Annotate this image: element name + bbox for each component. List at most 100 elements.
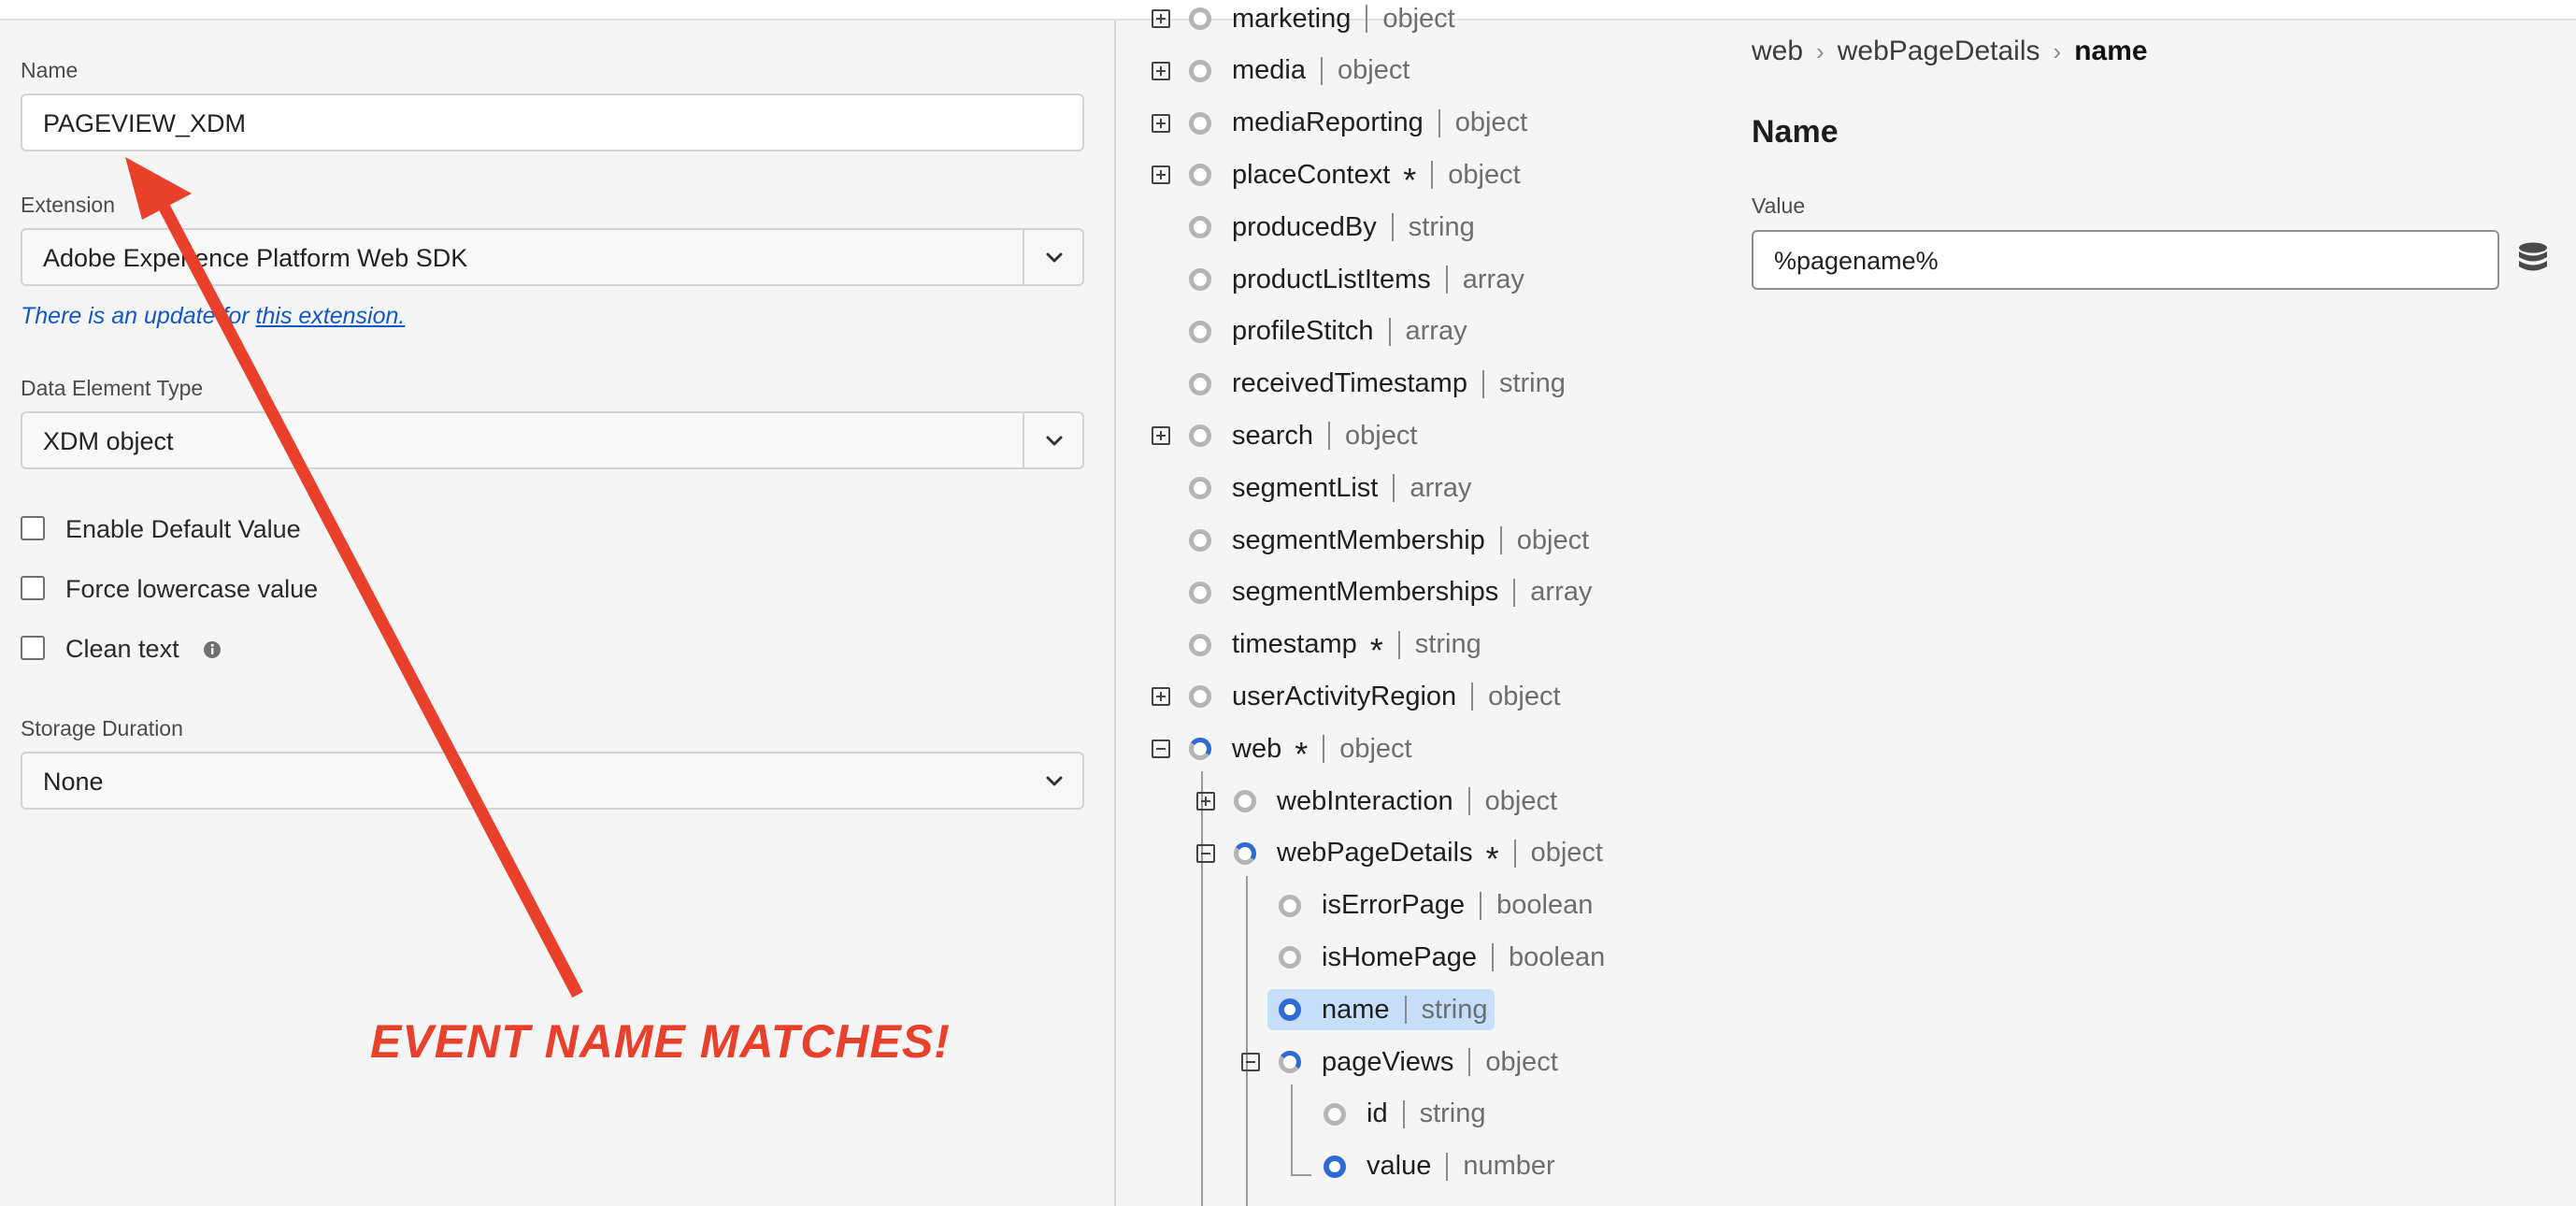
- field-type: object: [1484, 785, 1558, 816]
- tree-row-marketing[interactable]: marketing object: [1189, 0, 1455, 39]
- tree-row-segmentMemberships[interactable]: segmentMemberships array: [1189, 572, 1592, 613]
- expand-icon[interactable]: [1152, 165, 1170, 185]
- type-divider: [1446, 1152, 1449, 1181]
- field-type: object: [1382, 3, 1455, 34]
- collapse-icon[interactable]: [1241, 1053, 1260, 1071]
- selection-indicator-icon[interactable]: [1279, 894, 1301, 917]
- field-type: object: [1485, 1046, 1558, 1077]
- breadcrumb-item[interactable]: web: [1752, 36, 1803, 67]
- field-name: timestamp: [1232, 629, 1357, 660]
- tree-row-placeContext[interactable]: placeContext * object: [1189, 154, 1521, 197]
- field-type: string: [1419, 1098, 1486, 1129]
- field-name: value: [1367, 1151, 1432, 1182]
- type-divider: [1323, 735, 1325, 764]
- tree-row-timestamp[interactable]: timestamp * string: [1189, 625, 1481, 667]
- expand-icon[interactable]: [1152, 426, 1170, 446]
- tree-row-mediaReporting[interactable]: mediaReporting object: [1189, 103, 1527, 144]
- expand-icon[interactable]: [1152, 61, 1170, 80]
- selection-indicator-icon[interactable]: [1189, 268, 1211, 291]
- field-name: segmentMembership: [1232, 524, 1485, 555]
- selection-indicator-icon[interactable]: [1189, 581, 1211, 604]
- tree-row-receivedTimestamp[interactable]: receivedTimestamp string: [1189, 364, 1566, 405]
- required-icon: *: [1485, 839, 1499, 878]
- tree-row-name[interactable]: name string: [1267, 989, 1496, 1031]
- type-divider: [1481, 369, 1484, 398]
- tree-row-web[interactable]: web * object: [1189, 728, 1412, 771]
- field-name: profileStitch: [1232, 316, 1374, 347]
- field-name: placeContext: [1232, 159, 1391, 190]
- breadcrumb-item[interactable]: webPageDetails: [1838, 36, 2040, 67]
- tree-row-producedBy[interactable]: producedBy string: [1189, 207, 1475, 248]
- field-type: string: [1414, 629, 1481, 660]
- selection-indicator-icon[interactable]: [1189, 529, 1211, 552]
- data-element-picker-icon[interactable]: [2516, 241, 2550, 279]
- selection-indicator-icon[interactable]: [1189, 477, 1211, 500]
- selection-indicator-icon[interactable]: [1324, 1155, 1346, 1178]
- breadcrumb-current: name: [2074, 36, 2148, 66]
- collapse-icon[interactable]: [1196, 843, 1215, 863]
- field-name: isErrorPage: [1322, 890, 1466, 921]
- selection-indicator-icon[interactable]: [1189, 320, 1211, 343]
- type-divider: [1499, 526, 1502, 554]
- field-name: receivedTimestamp: [1232, 368, 1467, 399]
- value-input[interactable]: %pagename%: [1752, 230, 2499, 290]
- expand-icon[interactable]: [1152, 9, 1170, 28]
- selection-indicator-icon[interactable]: [1279, 946, 1301, 969]
- selection-indicator-icon[interactable]: [1189, 424, 1211, 448]
- tree-row-pageViews[interactable]: pageViews object: [1279, 1041, 1558, 1083]
- field-type: object: [1488, 681, 1561, 711]
- selection-indicator-icon[interactable]: [1189, 738, 1211, 761]
- field-type: number: [1463, 1151, 1555, 1182]
- field-type: object: [1454, 108, 1528, 138]
- tree-row-isHomePage[interactable]: isHomePage boolean: [1279, 937, 1605, 978]
- field-type: array: [1530, 577, 1593, 608]
- tree-row-webInteraction[interactable]: webInteraction object: [1234, 781, 1557, 822]
- expand-icon[interactable]: [1196, 792, 1215, 811]
- selection-indicator-icon[interactable]: [1189, 633, 1211, 656]
- breadcrumb: web › webPageDetails › name: [1752, 36, 2148, 67]
- field-name: search: [1232, 420, 1314, 451]
- field-type: object: [1516, 524, 1590, 555]
- selection-indicator-icon[interactable]: [1234, 790, 1256, 812]
- type-divider: [1438, 108, 1440, 137]
- tree-row-search[interactable]: search object: [1189, 415, 1417, 456]
- selection-indicator-icon[interactable]: [1234, 841, 1256, 865]
- tree-row-webPageDetails[interactable]: webPageDetails * object: [1234, 833, 1603, 878]
- tree-row-profileStitch[interactable]: profileStitch array: [1189, 311, 1467, 352]
- field-name: mediaReporting: [1232, 108, 1424, 138]
- type-divider: [1321, 56, 1323, 85]
- collapse-icon[interactable]: [1152, 739, 1170, 759]
- tree-row-userActivityRegion[interactable]: userActivityRegion object: [1189, 676, 1561, 717]
- tree-guide-pageviews: [1291, 1084, 1293, 1174]
- selection-indicator-icon[interactable]: [1279, 998, 1301, 1022]
- selection-indicator-icon[interactable]: [1189, 164, 1211, 187]
- selection-indicator-icon[interactable]: [1189, 7, 1211, 30]
- selection-indicator-icon[interactable]: [1189, 216, 1211, 239]
- type-divider: [1391, 213, 1394, 242]
- selection-indicator-icon[interactable]: [1189, 372, 1211, 395]
- selection-indicator-icon[interactable]: [1279, 1051, 1301, 1073]
- field-detail-panel: web › webPageDetails › name Name Value %…: [1724, 0, 2576, 1206]
- type-divider: [1397, 630, 1400, 659]
- type-divider: [1445, 266, 1448, 294]
- type-divider: [1492, 943, 1495, 972]
- tree-row-productListItems[interactable]: productListItems array: [1189, 259, 1524, 300]
- tree-row-isErrorPage[interactable]: isErrorPage boolean: [1279, 885, 1593, 926]
- selection-indicator-icon[interactable]: [1189, 111, 1211, 135]
- selection-indicator-icon[interactable]: [1189, 59, 1211, 82]
- expand-icon[interactable]: [1152, 113, 1170, 133]
- tree-row-value[interactable]: value number: [1324, 1146, 1555, 1187]
- selection-indicator-icon[interactable]: [1189, 685, 1211, 709]
- chevron-right-icon: ›: [2053, 36, 2062, 65]
- field-name: web: [1232, 733, 1282, 764]
- value-input-text: %pagename%: [1774, 247, 1939, 275]
- field-name: webPageDetails: [1277, 838, 1473, 869]
- selection-indicator-icon[interactable]: [1324, 1102, 1346, 1126]
- tree-row-id[interactable]: id string: [1324, 1094, 1486, 1135]
- tree-row-segmentList[interactable]: segmentList array: [1189, 467, 1471, 509]
- field-type: string: [1421, 994, 1488, 1025]
- field-type: string: [1408, 211, 1475, 242]
- tree-row-segmentMembership[interactable]: segmentMembership object: [1189, 520, 1589, 561]
- tree-row-media[interactable]: media object: [1189, 50, 1410, 92]
- expand-icon[interactable]: [1152, 687, 1170, 707]
